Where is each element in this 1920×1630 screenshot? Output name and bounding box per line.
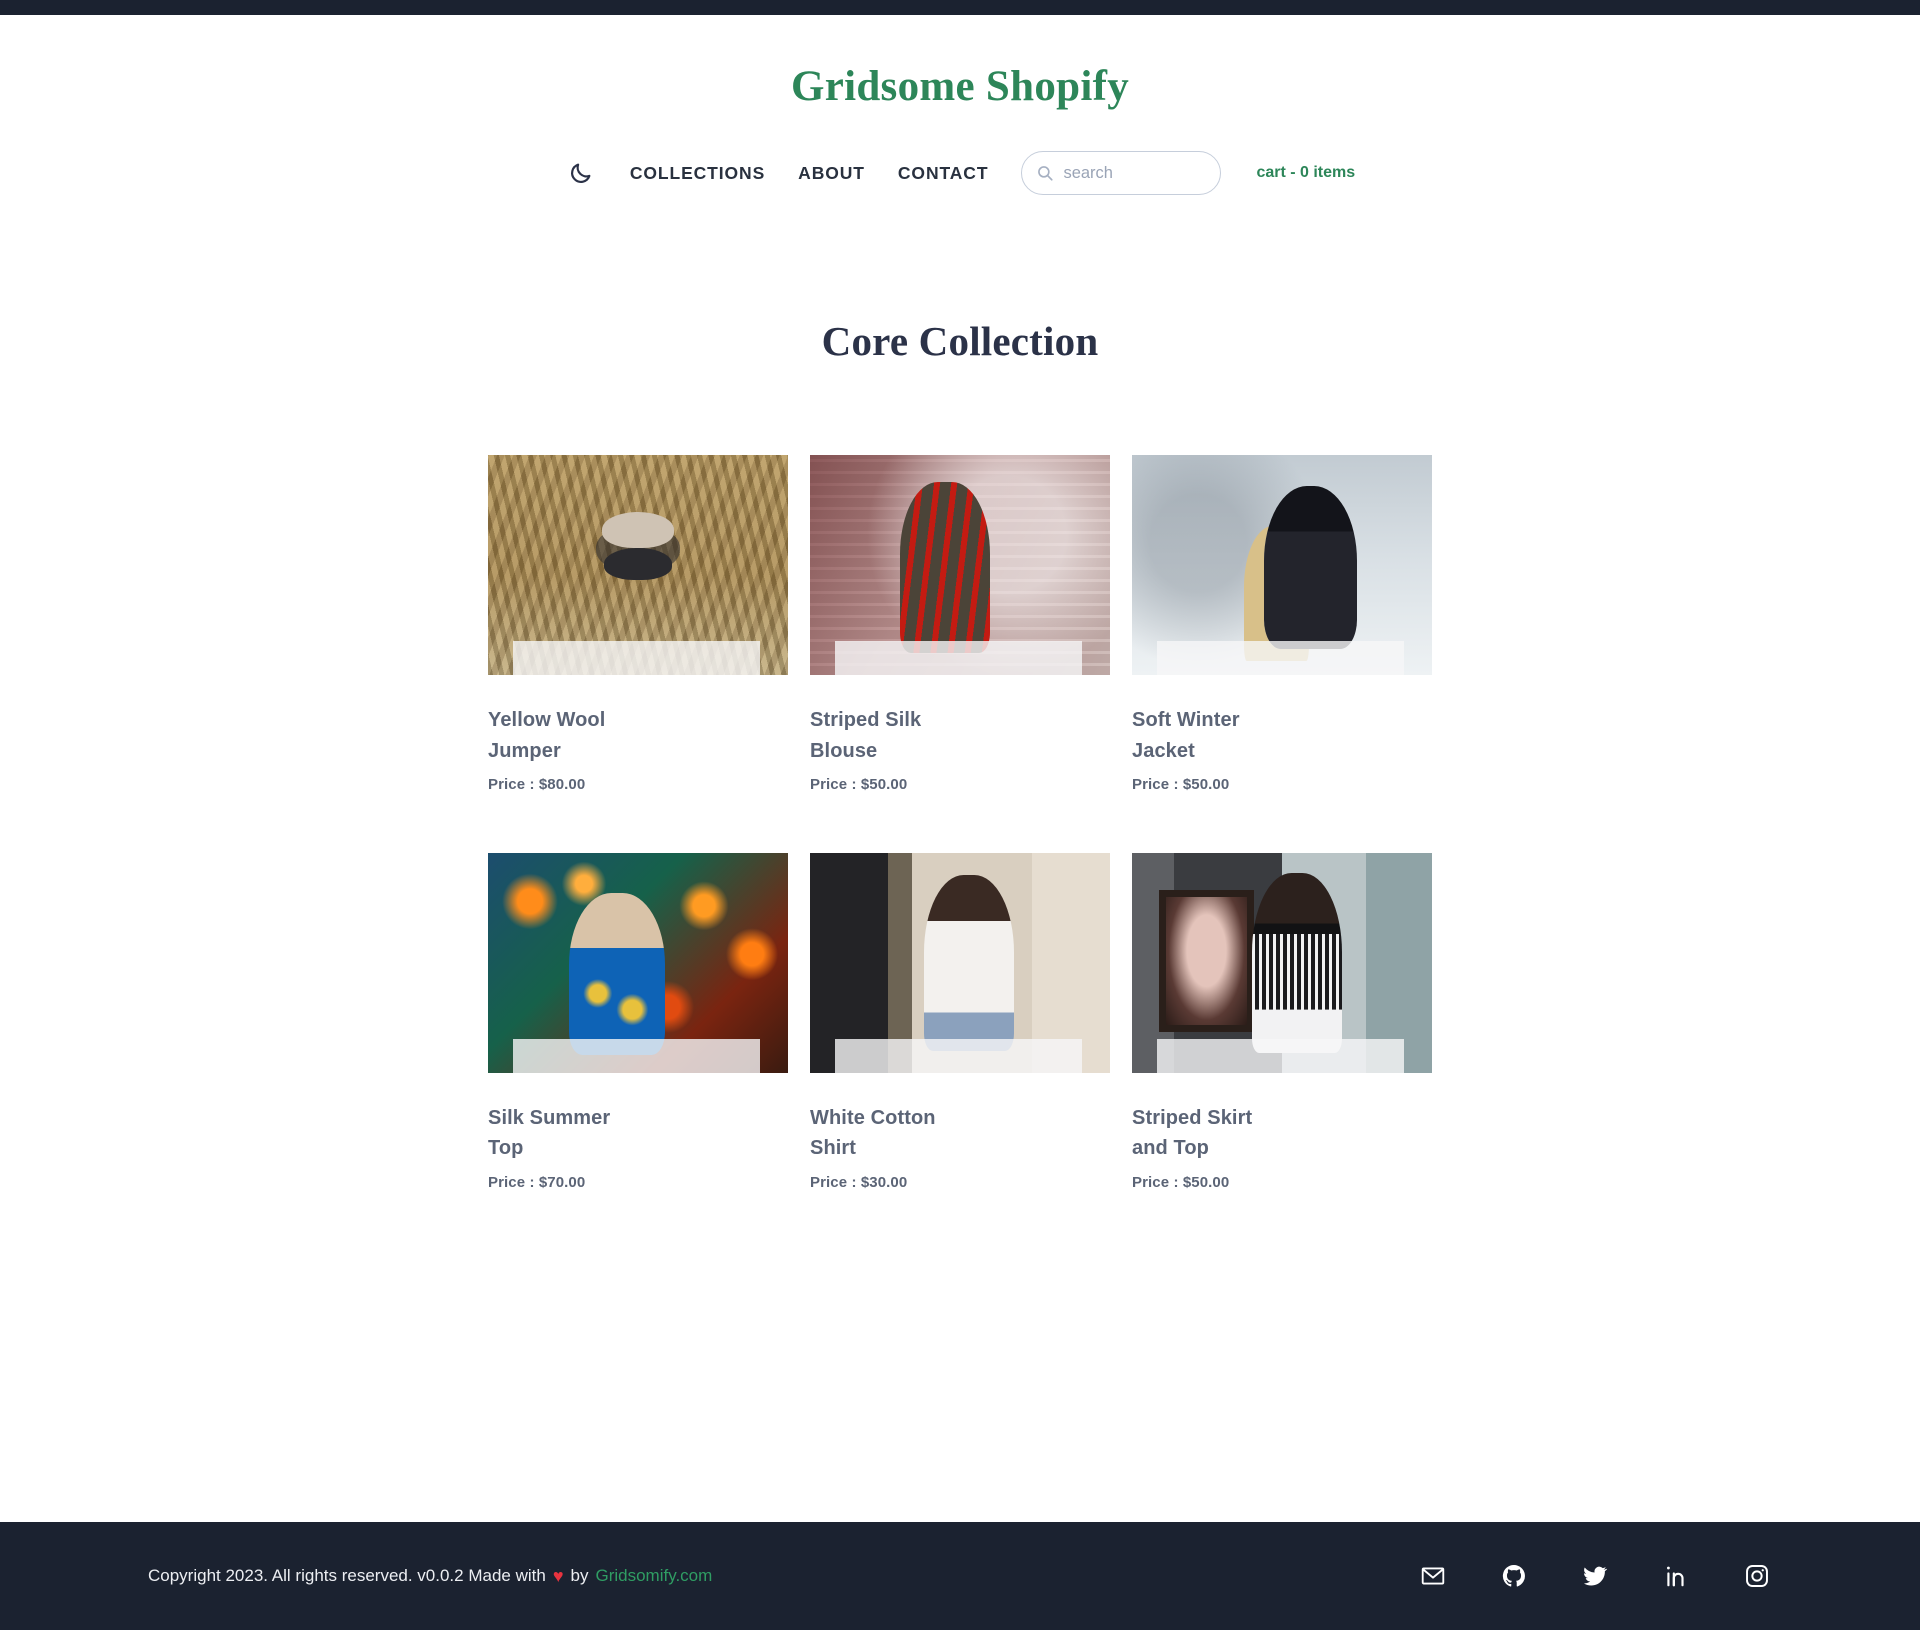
search-box[interactable] (1021, 151, 1222, 196)
photo-overlay-strip (1157, 641, 1404, 676)
product-title: Soft Winter Jacket (1132, 709, 1240, 762)
copyright-text: Copyright 2023. All rights reserved. v0.… (148, 1566, 546, 1585)
top-bar (0, 0, 1920, 15)
heart-icon: ♥ (552, 1566, 564, 1586)
product-image (810, 455, 1110, 676)
moon-icon[interactable] (565, 157, 597, 189)
twitter-icon[interactable] (1581, 1563, 1608, 1590)
product-card[interactable]: Striped Skirt and Top Price : $50.00 (1132, 853, 1432, 1191)
email-icon[interactable] (1419, 1563, 1446, 1590)
product-price: Price : $80.00 (488, 776, 586, 794)
page-root: Gridsome Shopify COLLECTIONS ABOUT CONTA… (0, 0, 1920, 1630)
by-text: by (570, 1566, 589, 1585)
github-icon[interactable] (1500, 1563, 1527, 1590)
product-title: White Cotton Shirt (810, 1107, 936, 1160)
product-title: Striped Skirt and Top (1132, 1107, 1253, 1160)
nav-link-contact[interactable]: CONTACT (898, 163, 989, 184)
product-price: Price : $70.00 (488, 1173, 586, 1191)
made-by-link[interactable]: Gridsomify.com (595, 1566, 712, 1586)
main-navigation: COLLECTIONS ABOUT CONTACT cart - 0 items (0, 147, 1920, 199)
site-footer: Copyright 2023. All rights reserved. v0.… (0, 1522, 1920, 1630)
product-grid: Yellow Wool Jumper Price : $80.00 Stripe… (488, 455, 1432, 1191)
photo-overlay-strip (513, 1039, 760, 1074)
product-image (1132, 455, 1432, 676)
copyright: Copyright 2023. All rights reserved. v0.… (148, 1566, 712, 1586)
product-image (1132, 853, 1432, 1074)
product-card[interactable]: Striped Silk Blouse Price : $50.00 (810, 455, 1110, 793)
product-image (810, 853, 1110, 1074)
photo-overlay-strip (835, 1039, 1082, 1074)
page-title: Core Collection (821, 318, 1099, 365)
product-card[interactable]: White Cotton Shirt Price : $30.00 (810, 853, 1110, 1191)
product-price: Price : $50.00 (1132, 776, 1230, 794)
search-icon (1038, 166, 1054, 181)
product-card[interactable]: Soft Winter Jacket Price : $50.00 (1132, 455, 1432, 793)
product-price: Price : $50.00 (810, 776, 908, 794)
photo-overlay-strip (835, 641, 1082, 676)
product-card[interactable]: Yellow Wool Jumper Price : $80.00 (488, 455, 788, 793)
product-title: Yellow Wool Jumper (488, 709, 606, 762)
photo-overlay-strip (513, 641, 760, 676)
photo-overlay-strip (1157, 1039, 1404, 1074)
product-title: Silk Summer Top (488, 1107, 611, 1160)
product-image (488, 853, 788, 1074)
site-header: Gridsome Shopify COLLECTIONS ABOUT CONTA… (0, 15, 1920, 200)
site-title[interactable]: Gridsome Shopify (791, 63, 1129, 110)
product-card[interactable]: Silk Summer Top Price : $70.00 (488, 853, 788, 1191)
product-image (488, 455, 788, 676)
social-links (1419, 1563, 1770, 1590)
main-content: Core Collection Yellow Wool Jumper Price… (0, 199, 1920, 1522)
product-title: Striped Silk Blouse (810, 709, 922, 762)
search-input[interactable] (1063, 163, 1207, 183)
linkedin-icon[interactable] (1662, 1563, 1689, 1590)
product-price: Price : $30.00 (810, 1173, 908, 1191)
product-price: Price : $50.00 (1132, 1173, 1230, 1191)
nav-link-about[interactable]: ABOUT (798, 163, 865, 184)
nav-link-collections[interactable]: COLLECTIONS (630, 163, 765, 184)
instagram-icon[interactable] (1743, 1563, 1770, 1590)
cart-link[interactable]: cart - 0 items (1256, 164, 1355, 182)
